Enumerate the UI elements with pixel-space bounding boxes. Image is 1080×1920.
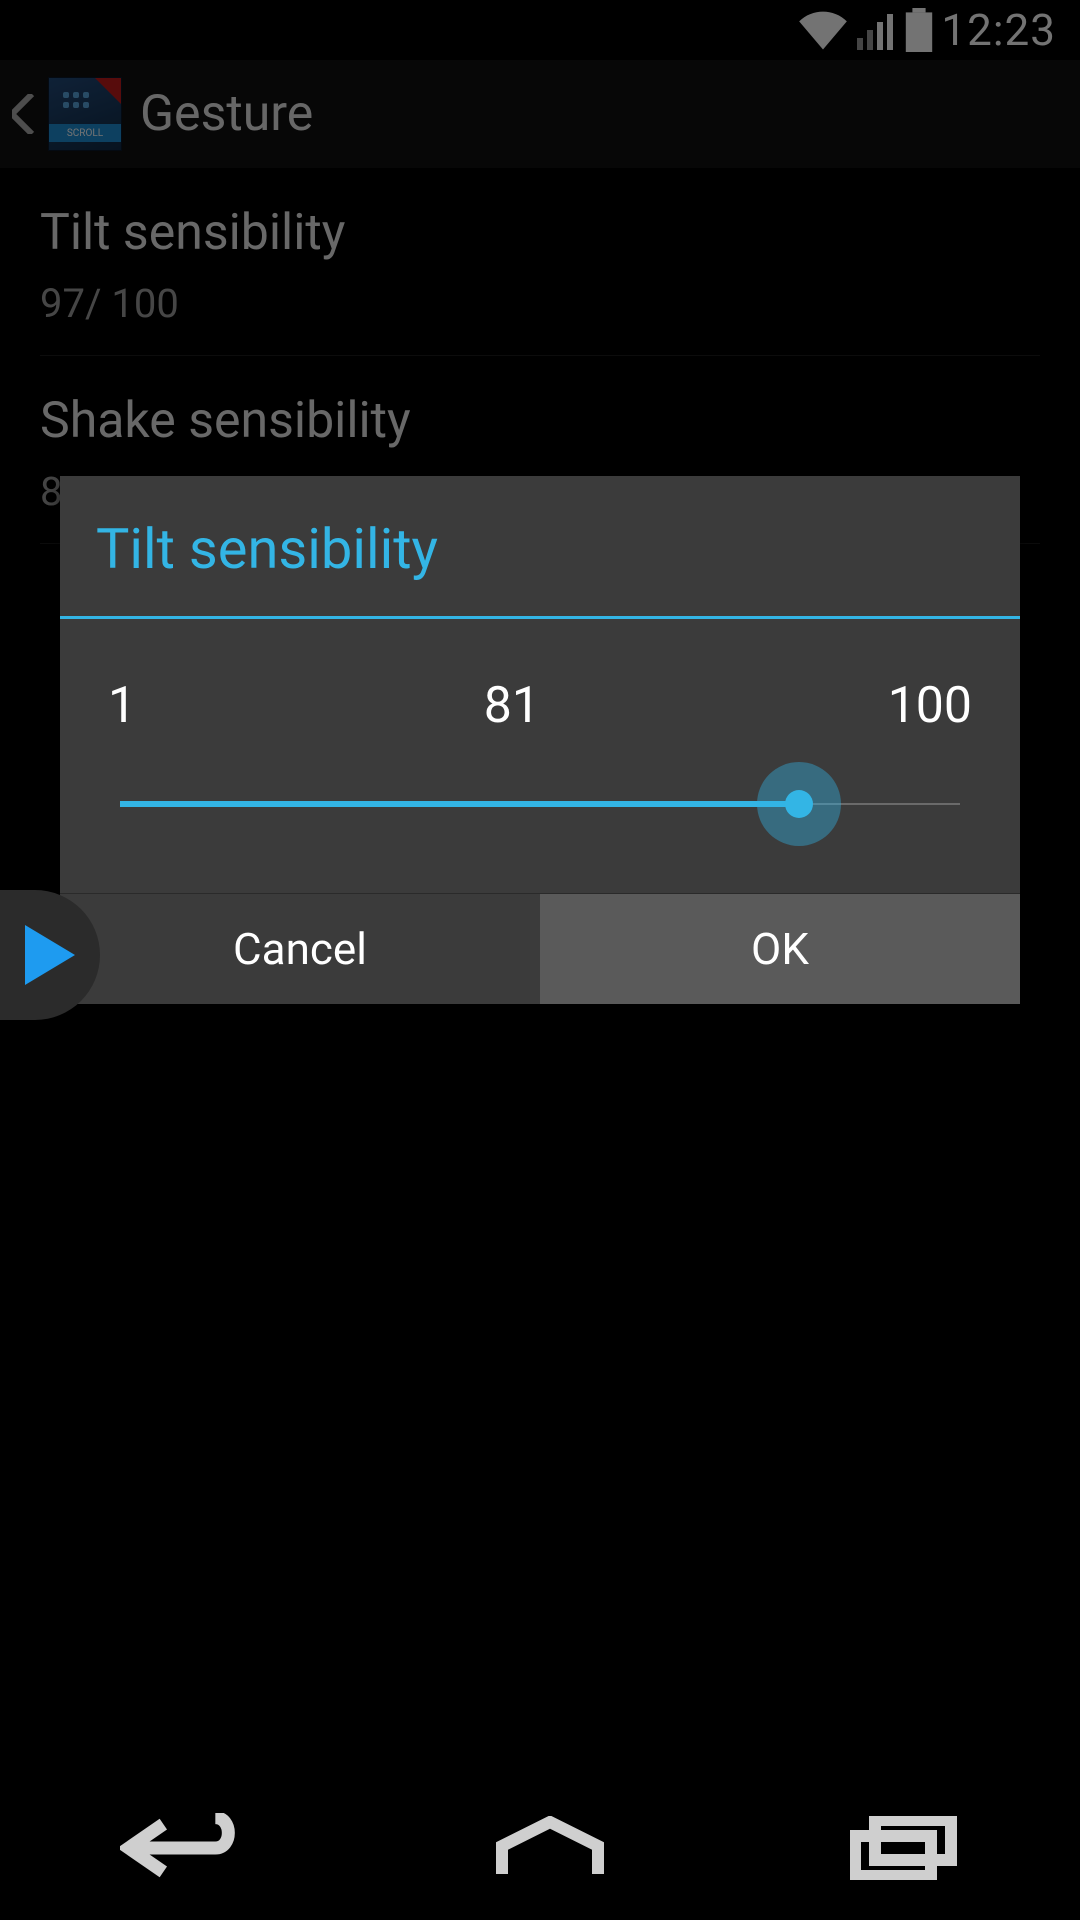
tilt-slider[interactable] — [100, 765, 980, 845]
ok-button[interactable]: OK — [540, 894, 1020, 1004]
slider-thumb — [785, 790, 813, 818]
tilt-dialog: Tilt sensibility 1 81 100 Cancel OK — [60, 476, 1020, 1004]
dialog-title: Tilt sensibility — [60, 476, 1020, 619]
nav-home-icon[interactable] — [490, 1816, 610, 1880]
slider-value-label: 81 — [136, 677, 888, 735]
slider-min-label: 1 — [108, 677, 136, 735]
play-icon — [25, 925, 75, 985]
nav-back-icon[interactable] — [120, 1813, 250, 1883]
slider-max-label: 100 — [888, 677, 972, 735]
dialog-body: 1 81 100 — [60, 619, 1020, 893]
slider-fill — [120, 801, 799, 807]
system-nav-bar — [0, 1776, 1080, 1920]
dialog-button-row: Cancel OK — [60, 893, 1020, 1004]
cancel-button[interactable]: Cancel — [60, 894, 540, 1004]
nav-recent-icon[interactable] — [850, 1816, 960, 1880]
